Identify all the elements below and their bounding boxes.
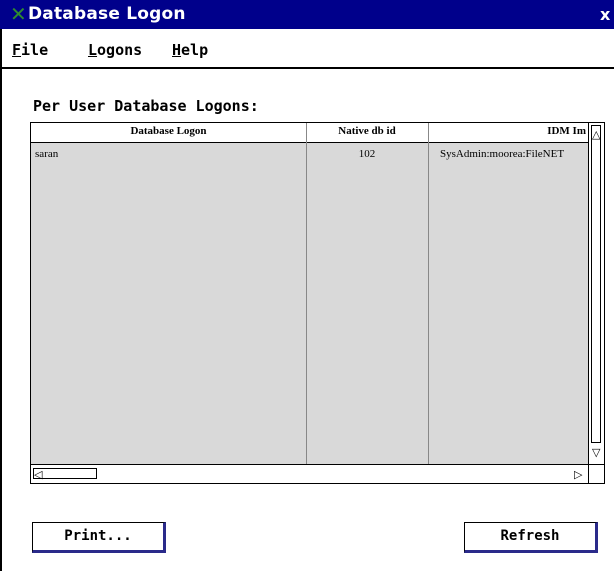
menu-logons-rest: ogons xyxy=(97,41,143,59)
column-divider xyxy=(428,123,429,464)
scrollbar-corner xyxy=(588,464,604,483)
scroll-left-icon[interactable]: ◁ xyxy=(34,469,42,480)
menu-file-rest: ile xyxy=(21,41,49,59)
menu-help[interactable]: Help xyxy=(172,40,208,60)
column-header-database-logon[interactable]: Database Logon xyxy=(31,123,306,142)
window-title: Database Logon xyxy=(28,4,186,24)
cell-native-db-id: 102 xyxy=(358,148,376,160)
x-app-icon: ✕ xyxy=(10,2,27,26)
menu-help-rest: elp xyxy=(181,41,209,59)
cell-idm-im: SysAdmin:moorea:FileNET xyxy=(440,148,565,160)
column-header-idm-im[interactable]: IDM Im xyxy=(428,123,588,142)
table-header: Database Logon Native db id IDM Im xyxy=(31,123,588,143)
window-left-border xyxy=(0,29,2,571)
scroll-right-icon[interactable]: ▷ xyxy=(574,469,582,480)
section-label: Per User Database Logons: xyxy=(33,97,259,115)
menu-logons-mnemonic: L xyxy=(88,41,98,59)
vertical-scroll-thumb[interactable] xyxy=(591,125,601,443)
scroll-down-icon[interactable]: ▽ xyxy=(592,447,600,458)
column-divider xyxy=(306,123,307,464)
column-header-native-db-id[interactable]: Native db id xyxy=(306,123,428,142)
menu-file-mnemonic: F xyxy=(12,41,22,59)
menu-bar: File Logons Help xyxy=(2,29,614,69)
menu-logons[interactable]: Logons xyxy=(88,40,142,60)
print-button[interactable]: Print... xyxy=(32,522,166,553)
vertical-scrollbar[interactable]: △ ▽ xyxy=(588,123,604,464)
close-icon[interactable]: x xyxy=(600,4,614,26)
refresh-button[interactable]: Refresh xyxy=(464,522,598,553)
horizontal-scroll-thumb[interactable] xyxy=(33,468,97,479)
scroll-up-icon[interactable]: △ xyxy=(592,129,600,140)
menu-file[interactable]: File xyxy=(12,40,48,60)
menu-help-mnemonic: H xyxy=(172,41,182,59)
logons-table[interactable]: Database Logon Native db id IDM Im saran… xyxy=(30,122,605,484)
title-bar[interactable]: ✕ Database Logon x xyxy=(0,0,614,29)
cell-database-logon: saran xyxy=(35,148,59,160)
horizontal-scrollbar[interactable]: ◁ ▷ xyxy=(31,464,588,483)
